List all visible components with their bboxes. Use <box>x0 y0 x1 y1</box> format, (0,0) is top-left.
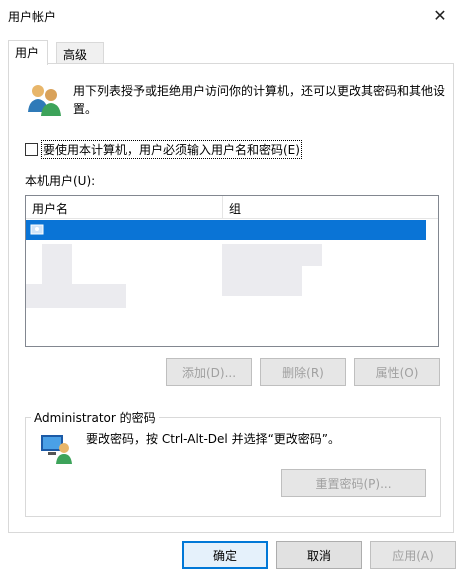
tab-advanced[interactable]: 高级 <box>56 42 104 64</box>
ok-button[interactable]: 确定 <box>182 541 268 569</box>
cancel-button[interactable]: 取消 <box>276 541 362 569</box>
close-button[interactable]: ✕ <box>418 0 462 30</box>
tab-panel-users: 用下列表授予或拒绝用户访问你的计算机，还可以更改其密码和其他设置。 要使用本计算… <box>8 63 454 533</box>
list-header: 用户名 组 <box>26 196 438 219</box>
add-user-button[interactable]: 添加(D)... <box>166 358 252 386</box>
properties-button[interactable]: 属性(O) <box>354 358 440 386</box>
column-header-username[interactable]: 用户名 <box>26 196 223 219</box>
column-header-group[interactable]: 组 <box>223 196 423 219</box>
redacted-cell <box>222 244 322 266</box>
password-instructions: 要改密码，按 Ctrl-Alt-Del 并选择“更改密码”。 <box>86 432 341 446</box>
remove-user-button[interactable]: 删除(R) <box>260 358 346 386</box>
intro-text: 用下列表授予或拒绝用户访问你的计算机，还可以更改其密码和其他设置。 <box>73 84 446 116</box>
redacted-cell <box>222 266 302 296</box>
table-row[interactable] <box>26 220 426 240</box>
require-login-checkbox[interactable] <box>25 143 38 156</box>
require-login-label[interactable]: 要使用本计算机，用户必须输入用户名和密码(E) <box>41 140 302 159</box>
users-icon <box>28 85 61 116</box>
tab-users[interactable]: 用户 <box>8 40 48 65</box>
users-list[interactable]: 用户名 组 <box>25 195 439 347</box>
computer-user-icon <box>41 435 72 464</box>
reset-password-button[interactable]: 重置密码(P)... <box>281 469 426 497</box>
redacted-cell <box>26 284 126 308</box>
user-icon <box>30 224 44 235</box>
redacted-cell <box>42 244 72 284</box>
title-bar: 用户帐户 ✕ <box>0 0 462 32</box>
password-group-title: Administrator 的密码 <box>31 409 159 426</box>
users-list-label: 本机用户(U): <box>25 174 96 188</box>
require-login-row: 要使用本计算机，用户必须输入用户名和密码(E) <box>25 140 302 159</box>
window-title: 用户帐户 <box>8 10 57 24</box>
apply-button[interactable]: 应用(A) <box>370 541 456 569</box>
